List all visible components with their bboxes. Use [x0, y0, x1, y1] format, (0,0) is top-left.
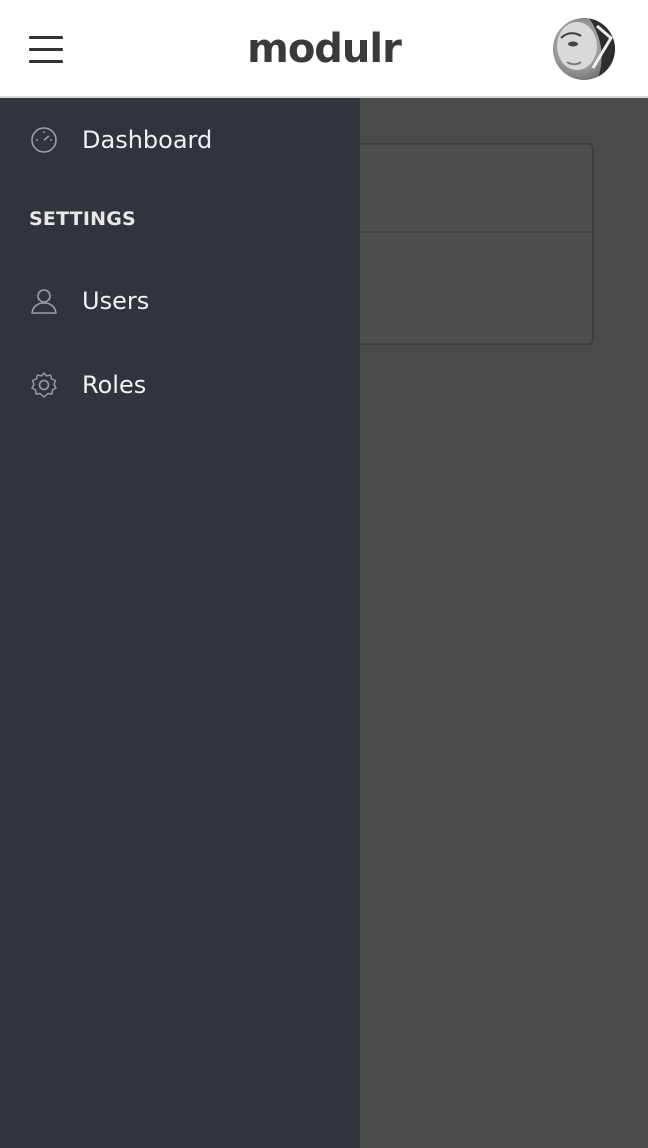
user-icon	[30, 287, 58, 315]
sidebar-item-label: Users	[82, 287, 150, 315]
speedometer-icon	[30, 126, 58, 154]
app-root: modulr Dashboard SETTINGS Users Roles	[0, 0, 648, 1148]
sidebar-item-dashboard[interactable]: Dashboard	[0, 110, 360, 170]
avatar-image	[557, 18, 615, 80]
gear-icon	[30, 371, 58, 399]
sidebar-item-roles[interactable]: Roles	[0, 355, 360, 415]
sidebar-item-label: Roles	[82, 371, 147, 399]
sidebar-item-label: Dashboard	[82, 126, 213, 154]
section-heading-settings: SETTINGS	[29, 208, 136, 230]
sidebar-item-users[interactable]: Users	[0, 271, 360, 331]
card-divider	[332, 231, 592, 233]
user-avatar[interactable]	[553, 18, 615, 80]
brand-logo[interactable]: modulr	[0, 22, 648, 76]
top-header: modulr	[0, 0, 648, 98]
background-card	[330, 143, 594, 345]
side-drawer: Dashboard SETTINGS Users Roles	[0, 98, 360, 1148]
